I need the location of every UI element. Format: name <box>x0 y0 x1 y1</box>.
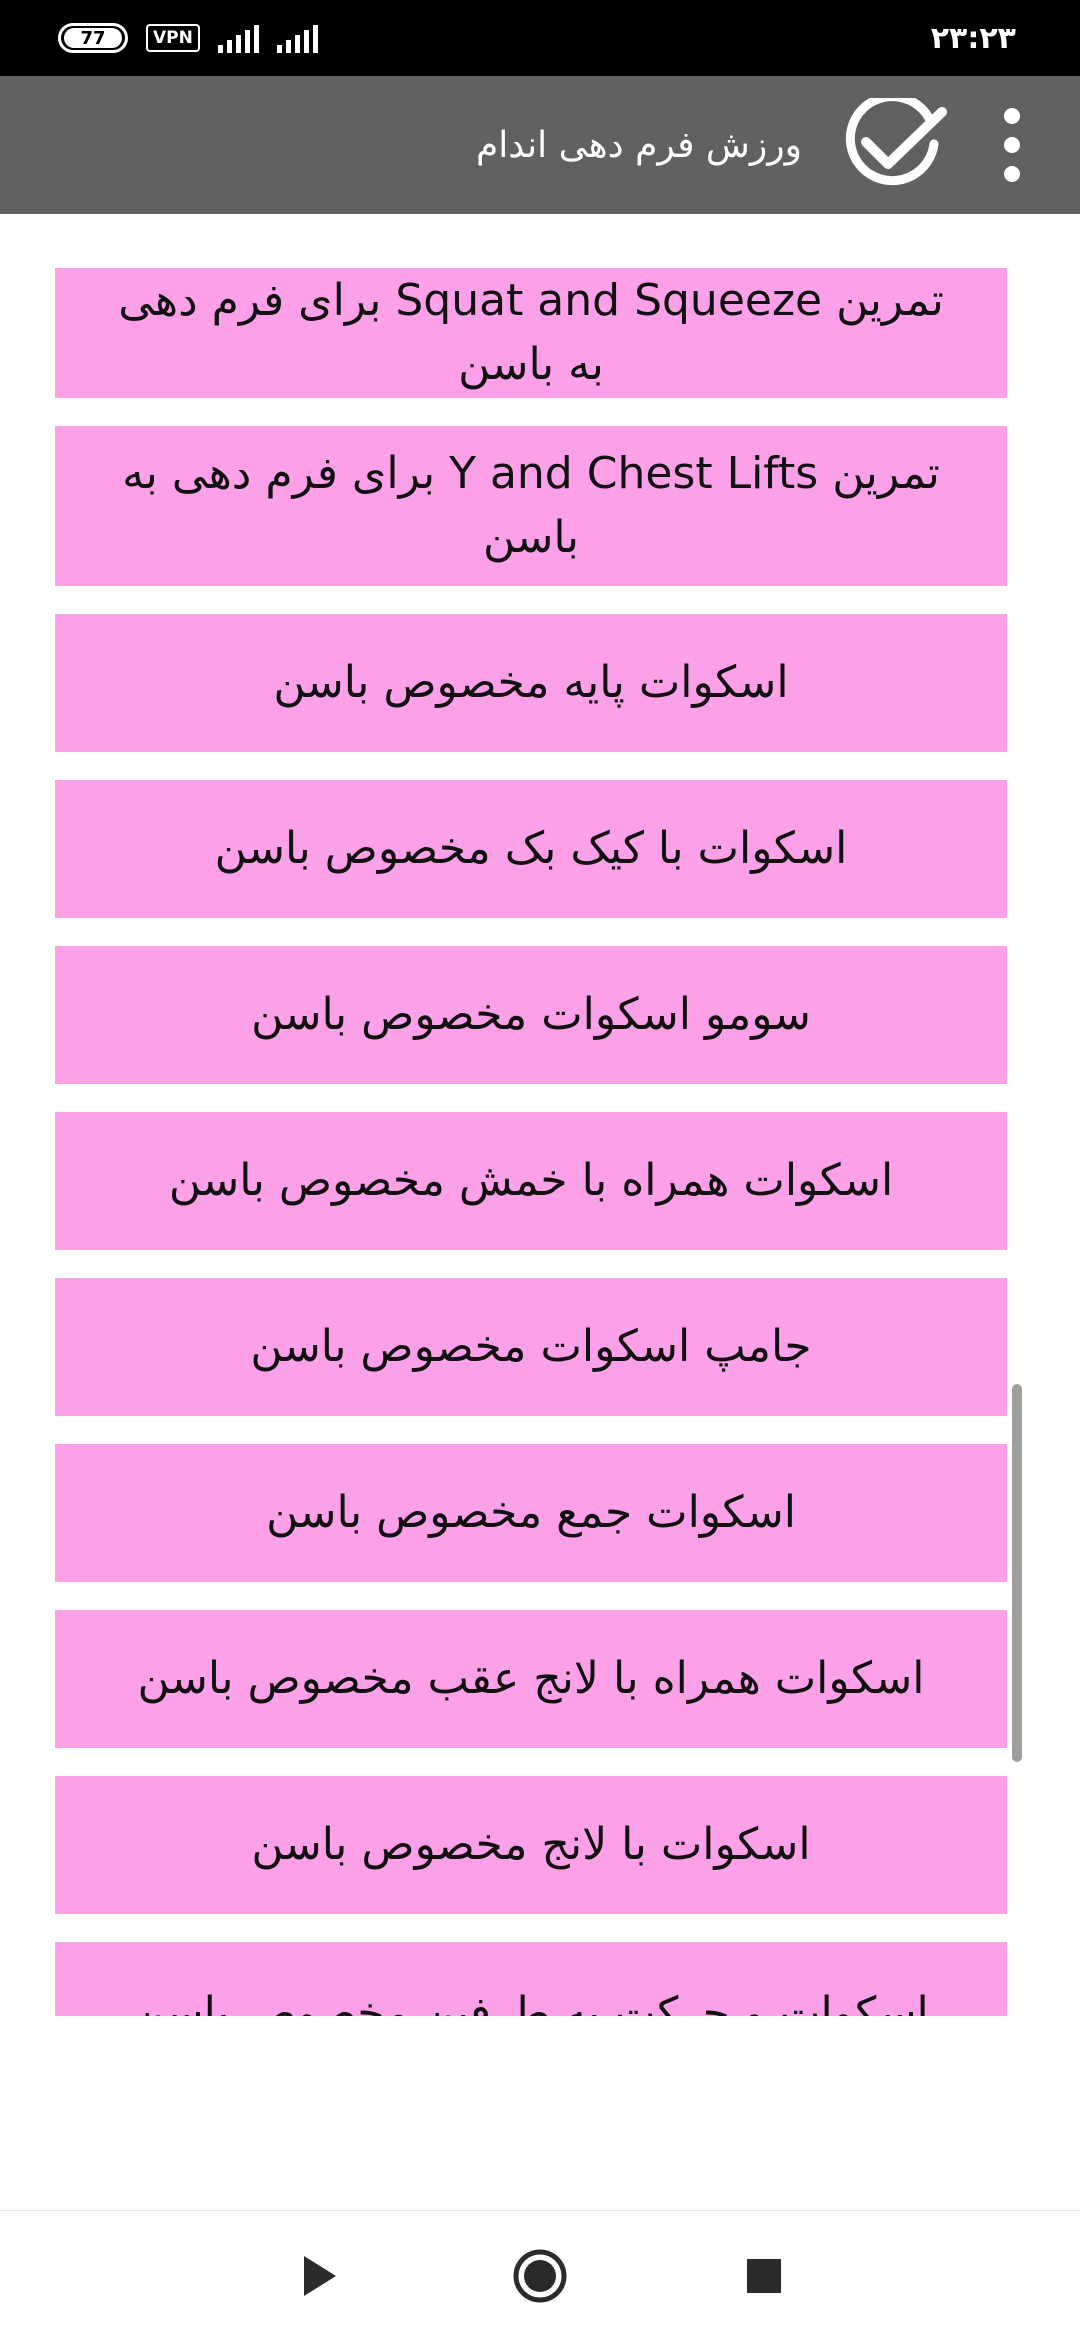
scrollbar[interactable] <box>1012 1384 1022 1762</box>
list-item[interactable]: اسکوات با کیک بک مخصوص باسن <box>55 780 1007 918</box>
list-item-label: اسکوات همراه با لانج عقب مخصوص باسن <box>137 1653 925 1704</box>
list-item[interactable]: اسکوات جمع مخصوص باسن <box>55 1444 1007 1582</box>
list-item-label: اسکوات و حرکت به طرفین مخصوص باسن <box>133 1988 929 2016</box>
list-item[interactable]: تمرین Squat and Squeeze برای فرم دهی به … <box>55 268 1007 398</box>
overflow-menu-icon[interactable] <box>992 104 1032 186</box>
app-title: ورزش فرم دهی اندام <box>475 124 802 166</box>
home-circle-icon <box>513 2249 567 2303</box>
exercise-list[interactable]: تمرین Squat and Squeeze برای فرم دهی به … <box>0 268 1080 2016</box>
list-item-label: جامپ اسکوات مخصوص باسن <box>250 1321 812 1372</box>
vpn-badge: VPN <box>146 24 200 52</box>
app-bar: ورزش فرم دهی اندام <box>0 76 1080 214</box>
signal-icon-2 <box>276 23 318 53</box>
list-item-label: اسکوات با لانج مخصوص باسن <box>251 1819 811 1870</box>
list-item[interactable]: اسکوات با لانج مخصوص باسن <box>55 1776 1007 1914</box>
back-button[interactable] <box>270 2211 370 2340</box>
play-triangle-icon <box>304 2256 336 2296</box>
home-button[interactable] <box>490 2211 590 2340</box>
list-item-label: تمرین Y and Chest Lifts برای فرم دهی به … <box>122 448 940 563</box>
list-item[interactable]: اسکوات همراه با خمش مخصوص باسن <box>55 1112 1007 1250</box>
list-item-label: اسکوات همراه با خمش مخصوص باسن <box>168 1155 894 1206</box>
status-time: ۲۳:۲۳ <box>930 20 1016 56</box>
list-item-label: اسکوات پایه مخصوص باسن <box>273 657 789 708</box>
list-item[interactable]: سومو اسکوات مخصوص باسن <box>55 946 1007 1084</box>
list-item-label: سومو اسکوات مخصوص باسن <box>251 989 811 1040</box>
battery-icon: 77 <box>58 23 128 53</box>
nav-bar <box>0 2210 1080 2340</box>
list-item[interactable]: اسکوات پایه مخصوص باسن <box>55 614 1007 752</box>
recents-button[interactable] <box>714 2211 814 2340</box>
check-mark-icon[interactable] <box>834 98 954 194</box>
list-item-label: اسکوات با کیک بک مخصوص باسن <box>214 823 848 874</box>
list-item[interactable]: جامپ اسکوات مخصوص باسن <box>55 1278 1007 1416</box>
signal-icon <box>217 23 259 53</box>
list-item[interactable]: تمرین Y and Chest Lifts برای فرم دهی به … <box>55 426 1007 586</box>
list-item[interactable]: اسکوات همراه با لانج عقب مخصوص باسن <box>55 1610 1007 1748</box>
battery-level: 77 <box>64 28 122 49</box>
list-item-label: اسکوات جمع مخصوص باسن <box>266 1487 796 1538</box>
list-item-label: تمرین Squat and Squeeze برای فرم دهی به … <box>118 275 944 390</box>
status-bar: 77 VPN ۲۳:۲۳ <box>0 0 1080 76</box>
list-item[interactable]: اسکوات و حرکت به طرفین مخصوص باسن <box>55 1942 1007 2016</box>
recents-square-icon <box>747 2259 781 2293</box>
status-icons: 77 VPN <box>58 0 318 76</box>
